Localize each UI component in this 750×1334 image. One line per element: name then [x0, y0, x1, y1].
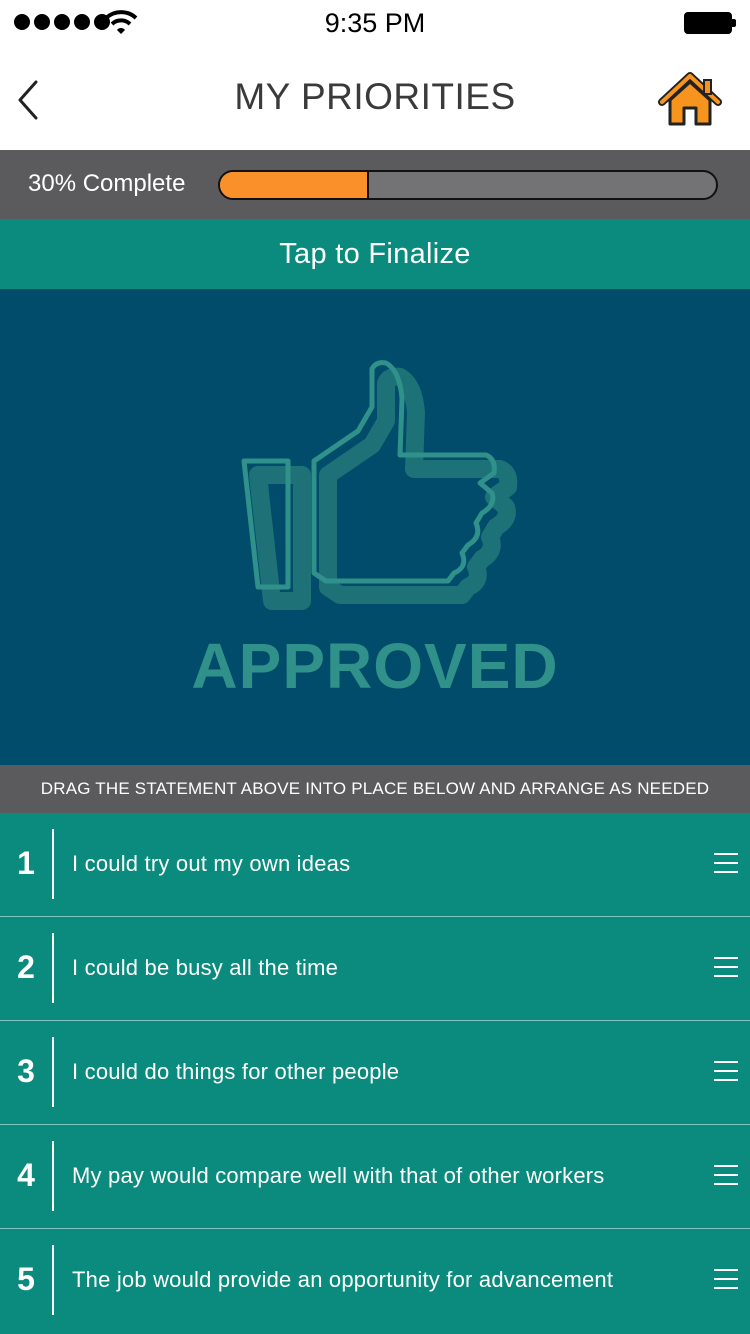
priority-text: My pay would compare well with that of o… [72, 1163, 605, 1188]
priority-text: The job would provide an opportunity for… [72, 1267, 614, 1292]
drag-handle-icon[interactable] [714, 853, 738, 875]
thumbs-up-icon [241, 360, 518, 610]
statement-title: APPROVED [191, 630, 559, 702]
row-divider [52, 1141, 54, 1211]
row-divider [52, 1037, 54, 1107]
tap-to-finalize-button[interactable]: Tap to Finalize [0, 219, 750, 289]
statement-card[interactable]: APPROVED [0, 289, 750, 765]
priority-number: 1 [17, 845, 35, 881]
priority-item[interactable]: 4 My pay would compare well with that of… [0, 1125, 750, 1229]
home-icon[interactable] [658, 72, 722, 128]
drag-handle-icon[interactable] [714, 1269, 738, 1291]
drag-handle-icon[interactable] [714, 957, 738, 979]
progress-row: 30% Complete [0, 150, 750, 219]
priority-text: I could do things for other people [72, 1059, 400, 1084]
progress-label: 30% Complete [28, 170, 186, 197]
priority-number: 3 [17, 1053, 35, 1089]
row-divider [52, 1245, 54, 1315]
drag-handle-icon[interactable] [714, 1061, 738, 1083]
page-title: MY PRIORITIES [234, 76, 516, 117]
drag-handle-icon[interactable] [714, 1165, 738, 1187]
priority-item[interactable]: 2 I could be busy all the time [0, 917, 750, 1021]
priority-item[interactable]: 5 The job would provide an opportunity f… [0, 1229, 750, 1333]
priority-text: I could be busy all the time [72, 955, 339, 980]
priority-list: 1 I could try out my own ideas 2 I could… [0, 813, 750, 1334]
status-bar: 9:35 PM [0, 0, 750, 46]
priority-number: 5 [17, 1261, 35, 1297]
row-divider [52, 933, 54, 1003]
progress-fill [220, 172, 369, 198]
battery-icon [684, 12, 736, 34]
priority-item[interactable]: 3 I could do things for other people [0, 1021, 750, 1125]
priority-text: I could try out my own ideas [72, 851, 351, 876]
nav-header: MY PRIORITIES [0, 46, 750, 150]
row-divider [52, 829, 54, 899]
drag-instruction: DRAG THE STATEMENT ABOVE INTO PLACE BELO… [0, 765, 750, 813]
status-time: 9:35 PM [324, 8, 426, 38]
progress-bar [218, 170, 718, 200]
priority-number: 4 [17, 1157, 35, 1193]
priority-item[interactable]: 1 I could try out my own ideas [0, 813, 750, 917]
priority-number: 2 [17, 949, 35, 985]
